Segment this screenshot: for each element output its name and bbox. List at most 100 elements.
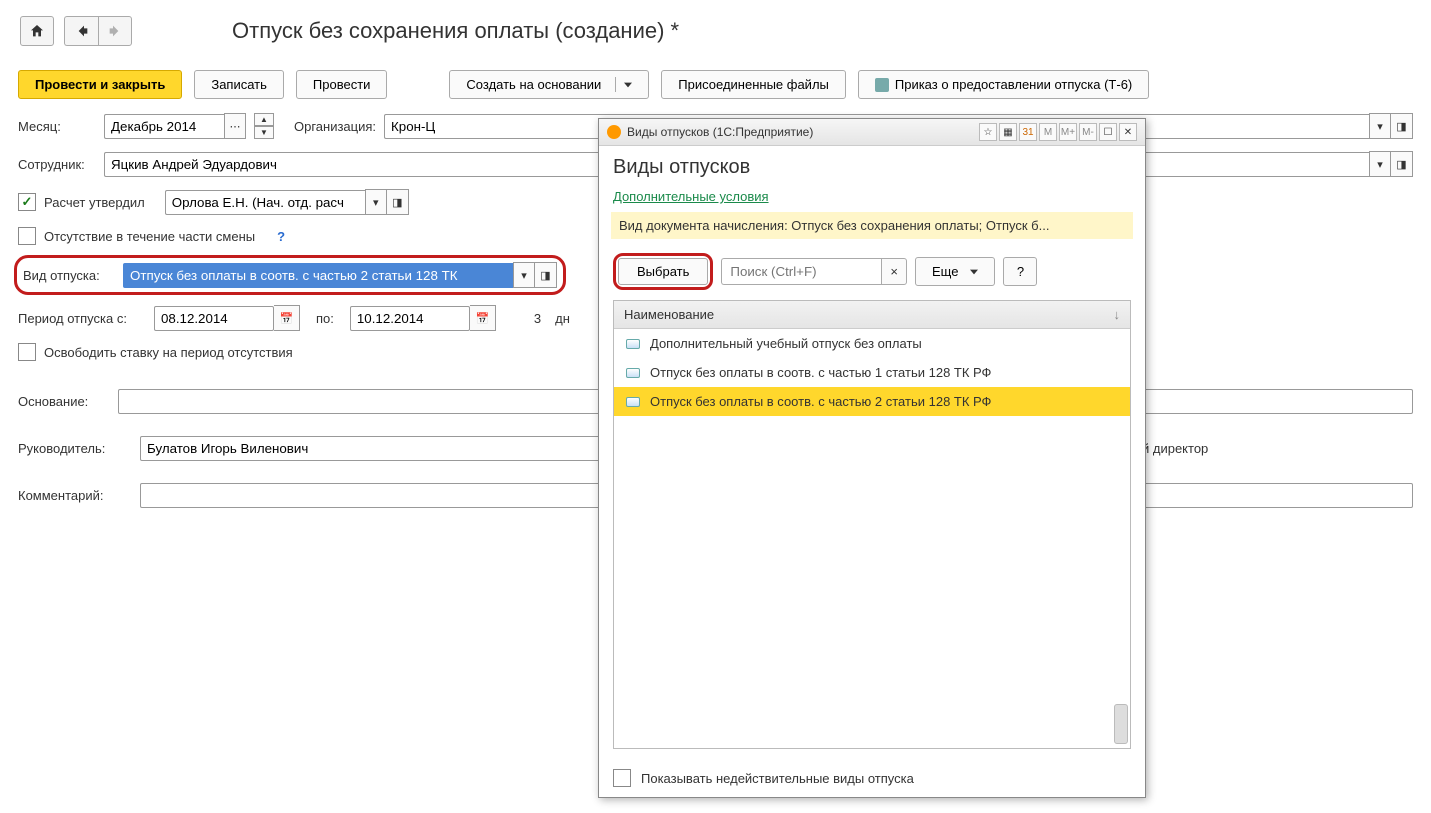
modal-tools: Выбрать × Еще ? — [613, 253, 1131, 290]
leave-type-open-button[interactable]: ◨ — [535, 262, 557, 288]
list-header[interactable]: Наименование ↓ — [614, 301, 1130, 329]
leave-types-list: Наименование ↓ Дополнительный учебный от… — [613, 300, 1131, 749]
favorite-icon[interactable]: ☆ — [979, 123, 997, 141]
run-and-close-button[interactable]: Провести и закрыть — [18, 70, 182, 99]
free-rate-label: Освободить ставку на период отсутствия — [44, 345, 293, 360]
org-dropdown-button[interactable]: ▾ — [1369, 113, 1391, 139]
calendar-to-button[interactable]: 📅 — [470, 305, 496, 331]
more-button[interactable]: Еще — [915, 257, 995, 286]
mem-mminus-button[interactable]: M- — [1079, 123, 1097, 141]
col-name: Наименование — [624, 307, 714, 322]
to-label: по: — [316, 311, 334, 326]
employee-dropdown-button[interactable]: ▾ — [1369, 151, 1391, 177]
search-clear-button[interactable]: × — [881, 258, 907, 285]
run-button[interactable]: Провести — [296, 70, 388, 99]
date-from-input[interactable] — [154, 306, 274, 331]
list-item-label: Отпуск без оплаты в соотв. с частью 2 ст… — [650, 394, 991, 409]
leave-type-row: Вид отпуска: ▾ ◨ — [14, 255, 566, 295]
leave-type-label: Вид отпуска: — [23, 268, 115, 283]
close-button[interactable]: ✕ — [1119, 123, 1137, 141]
nav-group — [64, 16, 132, 46]
month-picker-button[interactable]: ⋯ — [224, 113, 246, 139]
show-invalid-label: Показывать недействительные виды отпуска — [641, 771, 914, 786]
spinner-up-button[interactable]: ▲ — [254, 113, 274, 126]
maximize-button[interactable]: ☐ — [1099, 123, 1117, 141]
arrow-right-icon — [107, 23, 123, 39]
manager-label: Руководитель: — [18, 441, 132, 456]
list-item-label: Дополнительный учебный отпуск без оплаты — [650, 336, 922, 351]
period-label: Период отпуска с: — [18, 311, 146, 326]
save-button[interactable]: Записать — [194, 70, 284, 99]
list-item[interactable]: Отпуск без оплаты в соотв. с частью 2 ст… — [614, 387, 1130, 416]
free-rate-checkbox[interactable] — [18, 343, 36, 361]
approved-by-input[interactable] — [165, 190, 365, 215]
page-title: Отпуск без сохранения оплаты (создание) … — [232, 18, 679, 44]
spinner-down-button[interactable]: ▼ — [254, 126, 274, 139]
leave-type-dropdown-button[interactable]: ▾ — [513, 262, 535, 288]
scrollbar[interactable] — [1114, 331, 1128, 746]
approved-label: Расчет утвердил — [44, 195, 145, 210]
month-label: Месяц: — [18, 119, 96, 134]
leave-type-input[interactable] — [123, 263, 513, 288]
mem-mplus-button[interactable]: M+ — [1059, 123, 1077, 141]
help-icon[interactable]: ? — [277, 229, 285, 244]
days-unit: дн — [555, 311, 570, 326]
arrow-left-icon — [74, 23, 90, 39]
calc-icon[interactable]: ▦ — [999, 123, 1017, 141]
employee-label: Сотрудник: — [18, 157, 96, 172]
printer-icon — [875, 78, 889, 92]
forward-button[interactable] — [98, 16, 132, 46]
print-order-label: Приказ о предоставлении отпуска (Т-6) — [895, 77, 1132, 92]
list-item[interactable]: Дополнительный учебный отпуск без оплаты — [614, 329, 1130, 358]
sort-arrow-icon: ↓ — [1114, 307, 1121, 322]
select-button[interactable]: Выбрать — [618, 258, 708, 285]
mem-m-button[interactable]: M — [1039, 123, 1057, 141]
modal-window-title: Виды отпусков (1С:Предприятие) — [627, 125, 813, 139]
org-label: Организация: — [294, 119, 376, 134]
create-based-label: Создать на основании — [466, 77, 601, 92]
approved-dropdown-button[interactable]: ▾ — [365, 189, 387, 215]
list-item-label: Отпуск без оплаты в соотв. с частью 1 ст… — [650, 365, 991, 380]
employee-open-button[interactable]: ◨ — [1391, 151, 1413, 177]
create-based-button[interactable]: Создать на основании — [449, 70, 649, 99]
partshift-checkbox[interactable] — [18, 227, 36, 245]
calendar-from-button[interactable]: 📅 — [274, 305, 300, 331]
partshift-label: Отсутствие в течение части смены — [44, 229, 255, 244]
month-spinner: ▲ ▼ — [254, 113, 274, 139]
modal-titlebar: Виды отпусков (1С:Предприятие) ☆ ▦ 31 M … — [599, 119, 1145, 146]
additional-conditions-link[interactable]: Дополнительные условия — [613, 189, 1131, 204]
help-button[interactable]: ? — [1003, 257, 1037, 286]
filter-info: Вид документа начисления: Отпуск без сох… — [611, 212, 1133, 239]
list-item[interactable]: Отпуск без оплаты в соотв. с частью 1 ст… — [614, 358, 1130, 387]
show-invalid-checkbox[interactable] — [613, 769, 631, 787]
calendar-tool-icon[interactable]: 31 — [1019, 123, 1037, 141]
modal-body: Виды отпусков Дополнительные условия Вид… — [599, 146, 1145, 759]
leave-type-icon — [626, 397, 640, 407]
header-toolbar: Отпуск без сохранения оплаты (создание) … — [0, 0, 1431, 62]
back-button[interactable] — [64, 16, 98, 46]
print-order-button[interactable]: Приказ о предоставлении отпуска (Т-6) — [858, 70, 1149, 99]
chevron-down-icon — [970, 268, 978, 276]
approved-checkbox[interactable]: ✓ — [18, 193, 36, 211]
org-open-button[interactable]: ◨ — [1391, 113, 1413, 139]
more-label: Еще — [932, 264, 958, 279]
date-to-input[interactable] — [350, 306, 470, 331]
modal-footer: Показывать недействительные виды отпуска — [599, 759, 1145, 797]
modal-heading: Виды отпусков — [613, 156, 1131, 179]
approved-open-button[interactable]: ◨ — [387, 189, 409, 215]
position-suffix: й директор — [1142, 441, 1208, 456]
list-body: Дополнительный учебный отпуск без оплаты… — [614, 329, 1130, 748]
app-icon — [607, 125, 621, 139]
action-row: Провести и закрыть Записать Провести Соз… — [0, 62, 1431, 107]
home-button[interactable] — [20, 16, 54, 46]
comment-label: Комментарий: — [18, 488, 132, 503]
leave-type-icon — [626, 368, 640, 378]
leave-type-icon — [626, 339, 640, 349]
days-value: 3 — [534, 311, 541, 326]
reason-label: Основание: — [18, 394, 110, 409]
home-icon — [29, 23, 45, 39]
attached-files-button[interactable]: Присоединенные файлы — [661, 70, 846, 99]
search-input[interactable] — [721, 258, 881, 285]
leave-types-modal: Виды отпусков (1С:Предприятие) ☆ ▦ 31 M … — [598, 118, 1146, 798]
month-input[interactable] — [104, 114, 224, 139]
